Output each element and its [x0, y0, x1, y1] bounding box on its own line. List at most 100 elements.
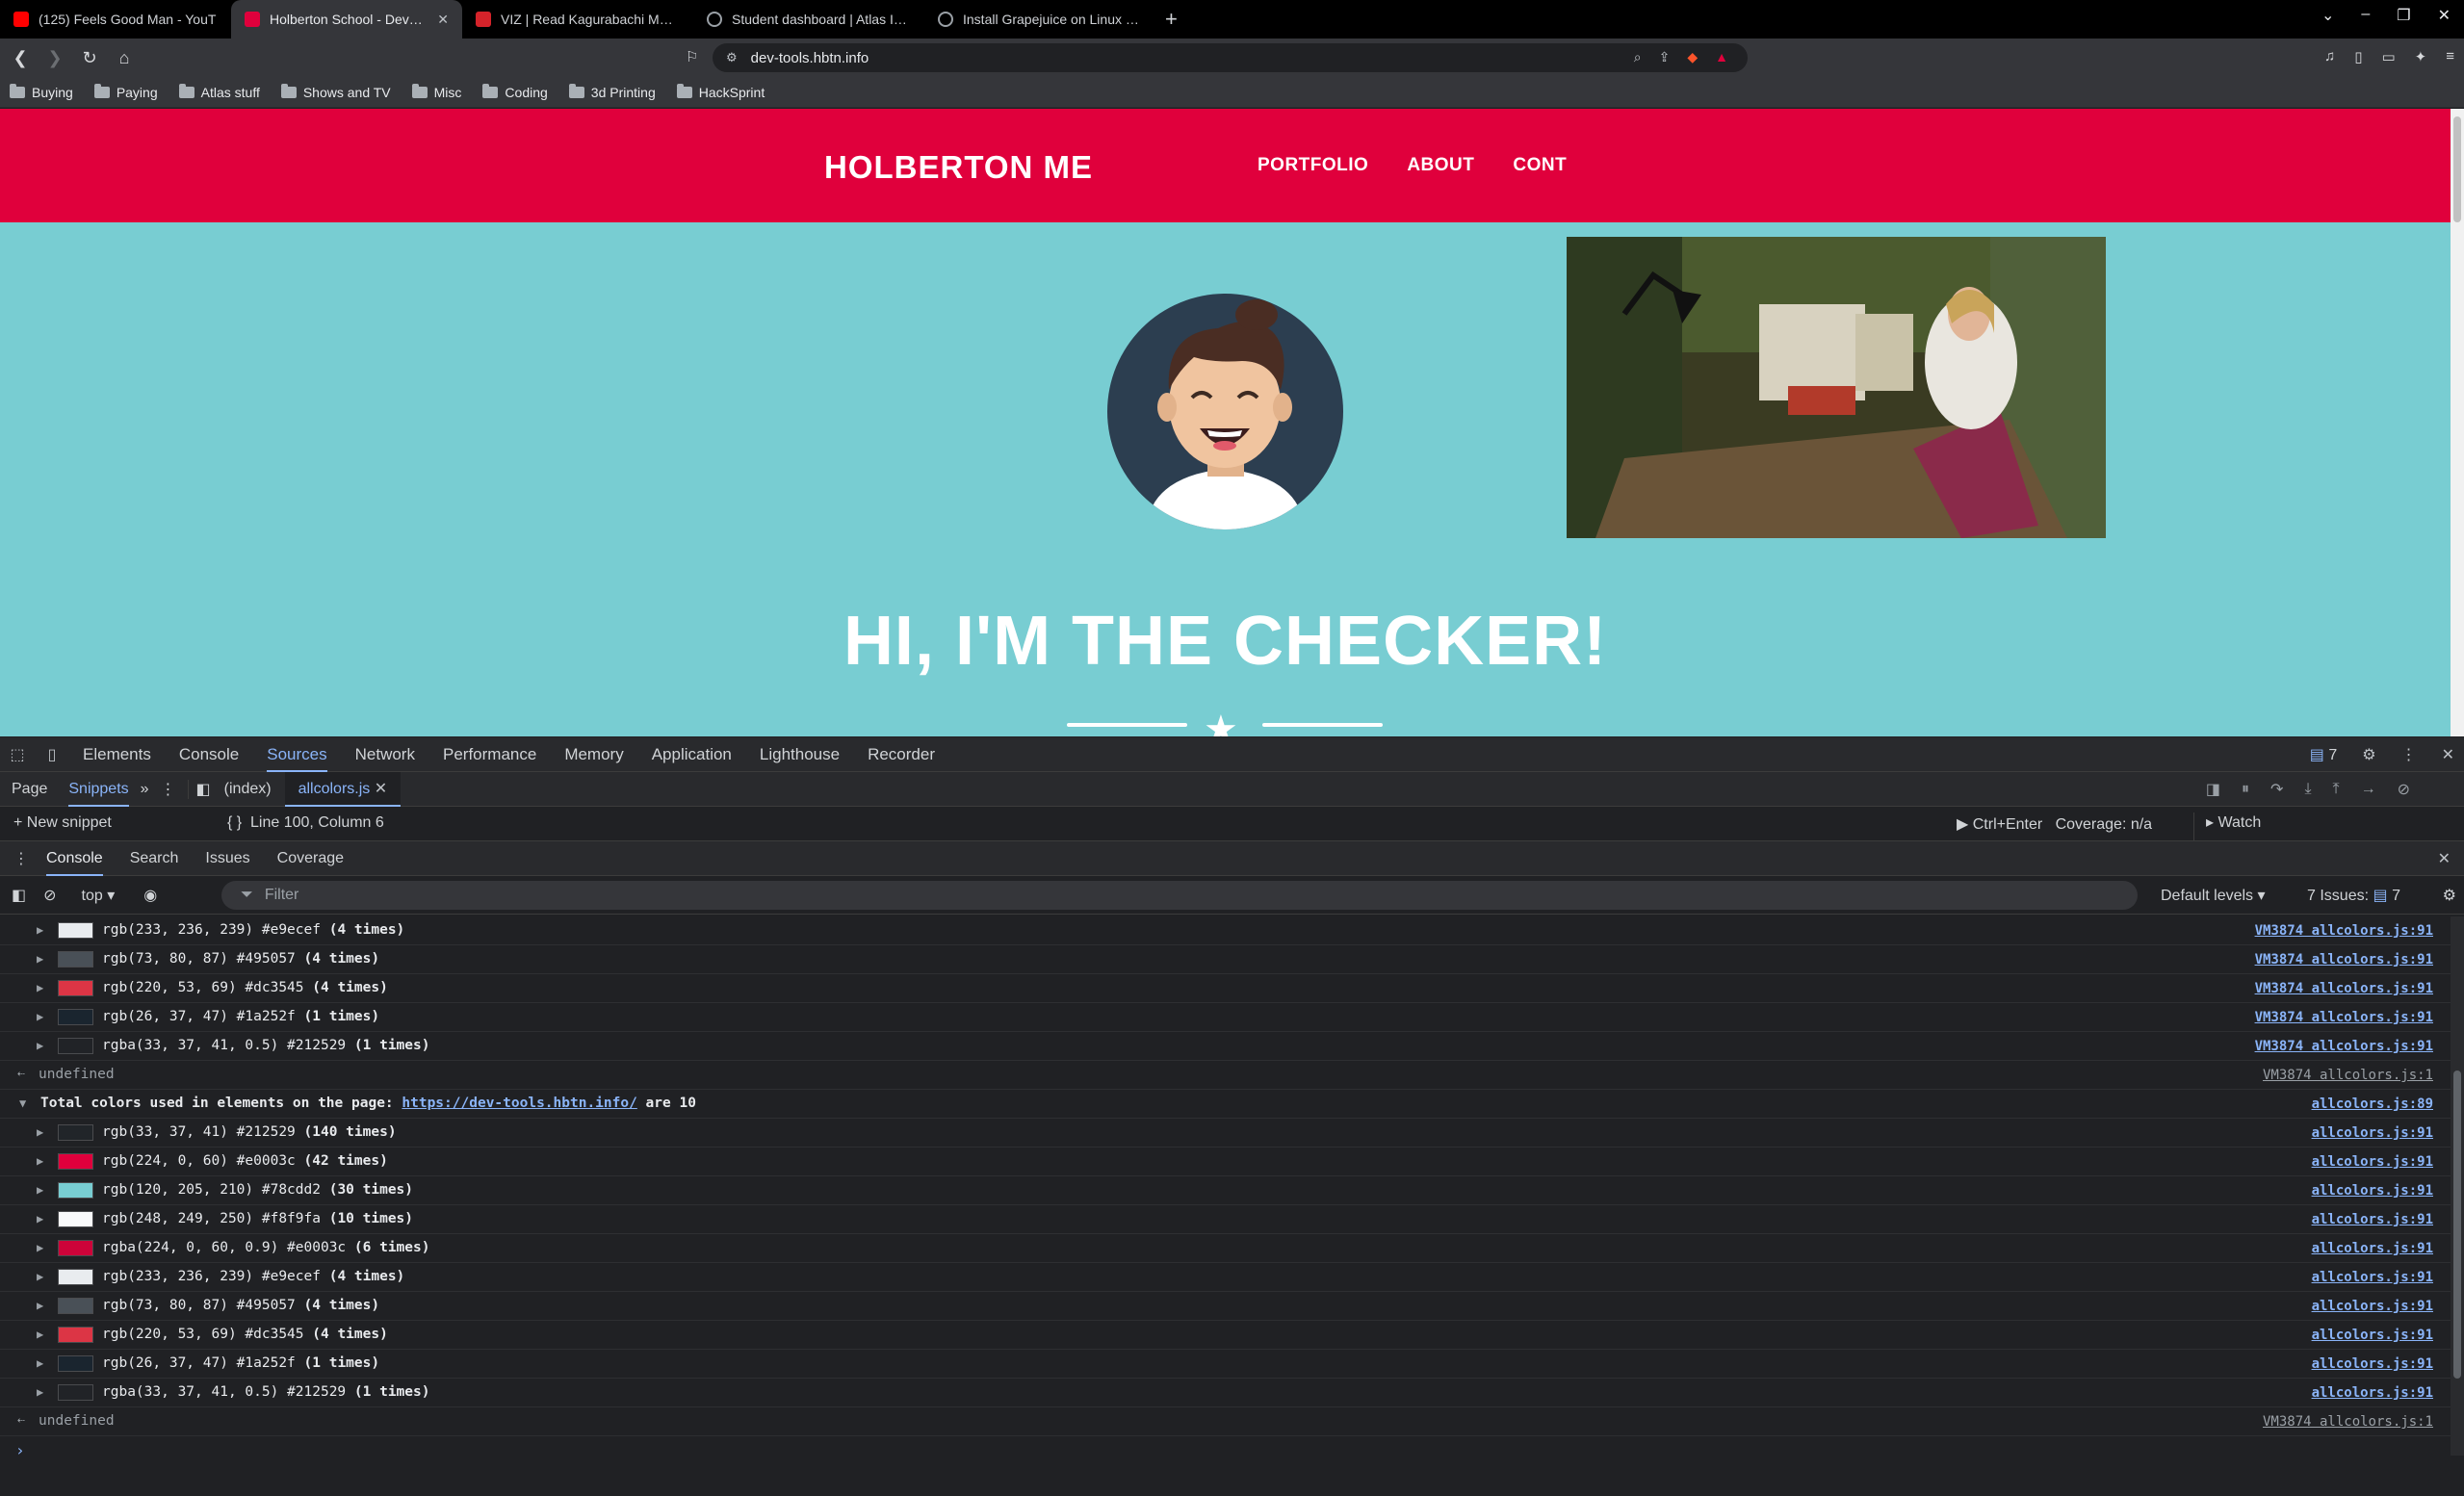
source-link[interactable]: VM3874 allcolors.js:91 [2255, 1039, 2433, 1054]
expand-triangle-icon[interactable]: ▶ [37, 1385, 43, 1399]
step-out-icon[interactable]: ⤒ [2333, 781, 2340, 798]
bookmark-folder[interactable]: Atlas stuff [178, 83, 260, 100]
bookmark-folder[interactable]: Misc [411, 83, 461, 100]
step-icon[interactable]: → [2361, 781, 2376, 798]
color-log-row[interactable]: ▶ rgba(224, 0, 60, 0.9) #e0003c (6 times)… [0, 1234, 2451, 1263]
source-link[interactable]: allcolors.js:91 [2312, 1241, 2433, 1256]
new-tab-button[interactable]: + [1155, 7, 1187, 32]
expand-triangle-icon[interactable]: ▶ [37, 1154, 43, 1168]
console-sidebar-icon[interactable]: ◧ [12, 886, 26, 905]
color-log-row[interactable]: ▶ rgba(33, 37, 41, 0.5) #212529 (1 times)… [0, 1032, 2451, 1061]
color-log-row[interactable]: ▶ rgb(26, 37, 47) #1a252f (1 times) allcol… [0, 1350, 2451, 1379]
expand-triangle-icon[interactable]: ▶ [37, 1270, 43, 1283]
brave-shield-icon[interactable]: ◆ [1687, 49, 1698, 65]
back-icon[interactable]: ❮ [6, 48, 35, 68]
expand-triangle-icon[interactable]: ▶ [37, 1328, 43, 1341]
tab-application[interactable]: Application [652, 737, 732, 772]
source-link[interactable]: allcolors.js:91 [2312, 1299, 2433, 1314]
nav-tab-snippets[interactable]: Snippets [68, 772, 129, 807]
expand-triangle-icon[interactable]: ▶ [37, 1356, 43, 1370]
reload-icon[interactable]: ↻ [75, 48, 104, 68]
expand-triangle-icon[interactable]: ▶ [37, 1125, 43, 1139]
color-log-row[interactable]: ▶ rgb(26, 37, 47) #1a252f (1 times) VM3874… [0, 1003, 2451, 1032]
step-over-icon[interactable]: ↷ [2270, 780, 2283, 799]
expand-triangle-icon[interactable]: ▶ [37, 952, 43, 966]
color-log-row[interactable]: ▶ rgb(224, 0, 60) #e0003c (42 times) allco… [0, 1148, 2451, 1176]
drawer-menu-icon[interactable]: ⋮ [13, 849, 29, 868]
bookmark-icon[interactable]: ⚐ [686, 48, 698, 65]
source-link[interactable]: allcolors.js:91 [2312, 1212, 2433, 1227]
color-log-row[interactable]: ▶ rgb(220, 53, 69) #dc3545 (4 times) VM387… [0, 974, 2451, 1003]
pause-icon[interactable]: ⏸ [2242, 781, 2249, 798]
sidebar-icon[interactable]: ▯ [2354, 48, 2362, 65]
bookmark-folder[interactable]: HackSprint [676, 83, 765, 100]
console-settings-icon[interactable]: ⚙ [2443, 886, 2456, 905]
drawer-tab-coverage[interactable]: Coverage [277, 841, 344, 876]
address-bar[interactable]: ⚙ dev-tools.hbtn.info ⌕ ⇪ ◆ ▲ [713, 43, 1748, 72]
run-snippet-button[interactable]: ▶ Ctrl+Enter Coverage: n/a [1957, 814, 2152, 834]
minimize-icon[interactable]: – [2361, 6, 2370, 25]
source-link[interactable]: allcolors.js:91 [2312, 1328, 2433, 1343]
context-selector[interactable]: top ▾ [82, 886, 116, 905]
bookmark-folder[interactable]: 3d Printing [568, 83, 656, 100]
new-snippet-button[interactable]: + New snippet [13, 814, 112, 832]
menu-icon[interactable]: ≡ [2446, 48, 2454, 65]
nav-link-about[interactable]: ABOUT [1407, 155, 1474, 176]
inspect-element-icon[interactable]: ⬚ [0, 745, 35, 764]
console-issues-button[interactable]: 7 Issues: ▤ 7 [2307, 886, 2400, 905]
color-log-row[interactable]: ▶ rgb(73, 80, 87) #495057 (4 times) allcol… [0, 1292, 2451, 1321]
pretty-print-icon[interactable]: { } [227, 814, 242, 831]
tab-recorder[interactable]: Recorder [868, 737, 935, 772]
nav-link-portfolio[interactable]: PORTFOLIO [1258, 155, 1368, 176]
color-log-row[interactable]: ▶ rgb(33, 37, 41) #212529 (140 times) allc… [0, 1119, 2451, 1148]
bookmark-folder[interactable]: Shows and TV [280, 83, 391, 100]
browser-tab[interactable]: (125) Feels Good Man - YouT [0, 0, 231, 39]
source-link[interactable]: allcolors.js:91 [2312, 1183, 2433, 1199]
toggle-navigator-icon[interactable]: ◧ [187, 779, 211, 799]
scrollbar-thumb[interactable] [2453, 1070, 2461, 1379]
clear-console-icon[interactable]: ⊘ [43, 886, 56, 905]
source-link[interactable]: allcolors.js:91 [2312, 1125, 2433, 1141]
color-log-row[interactable]: ▶ rgb(233, 236, 239) #e9ecef (4 times) VM3… [0, 916, 2451, 945]
expand-triangle-icon[interactable]: ▶ [37, 1039, 43, 1052]
drawer-tab-console[interactable]: Console [46, 841, 103, 876]
expand-triangle-icon[interactable]: ▶ [37, 981, 43, 994]
deactivate-breakpoints-icon[interactable]: ⊘ [2398, 780, 2410, 799]
page-url-link[interactable]: https://dev-tools.hbtn.info/ [402, 1096, 636, 1111]
expand-triangle-icon[interactable]: ▶ [37, 1299, 43, 1312]
tab-memory[interactable]: Memory [564, 737, 623, 772]
source-link[interactable]: allcolors.js:91 [2312, 1270, 2433, 1285]
source-link[interactable]: VM3874 allcolors.js:91 [2255, 923, 2433, 939]
forward-icon[interactable]: ❯ [40, 48, 69, 68]
color-log-row[interactable]: ▶ rgb(248, 249, 250) #f8f9fa (10 times) al… [0, 1205, 2451, 1234]
expand-triangle-icon[interactable]: ▶ [37, 1212, 43, 1225]
nav-tab-page[interactable]: Page [12, 781, 47, 798]
brave-rewards-icon[interactable]: ▲ [1715, 49, 1728, 65]
share-icon[interactable]: ⇪ [1659, 49, 1671, 65]
color-log-row[interactable]: ▶ rgb(120, 205, 210) #78cdd2 (30 times) al… [0, 1176, 2451, 1205]
expand-triangle-icon[interactable]: ▶ [37, 923, 43, 937]
console-prompt[interactable]: › [0, 1436, 2451, 1465]
source-link[interactable]: VM3874 allcolors.js:91 [2255, 952, 2433, 967]
browser-tab[interactable]: Student dashboard | Atlas Intra [693, 0, 924, 39]
console-scrollbar[interactable] [2451, 916, 2464, 1456]
step-into-icon[interactable]: ⤓ [2304, 781, 2311, 798]
nav-link-contact[interactable]: CONT [1513, 155, 1567, 176]
source-link[interactable]: VM3874 allcolors.js:1 [2263, 1414, 2433, 1430]
tab-elements[interactable]: Elements [83, 737, 151, 772]
close-devtools-icon[interactable]: ✕ [2442, 745, 2454, 764]
source-link[interactable]: VM3874 allcolors.js:91 [2255, 1010, 2433, 1025]
site-info-icon[interactable]: ⚙ [726, 50, 738, 65]
tab-sources[interactable]: Sources [267, 737, 327, 772]
browser-tab-active[interactable]: Holberton School - Develop ✕ [231, 0, 462, 39]
file-tab-index[interactable]: (index) [211, 772, 285, 807]
picture-in-picture-video[interactable] [1567, 237, 2106, 538]
maximize-icon[interactable]: ❐ [2397, 6, 2410, 25]
source-link[interactable]: allcolors.js:89 [2312, 1096, 2433, 1112]
zoom-icon[interactable]: ⌕ [1634, 49, 1642, 65]
live-expression-eye-icon[interactable]: ◉ [143, 886, 157, 905]
source-link[interactable]: VM3874 allcolors.js:1 [2263, 1068, 2433, 1083]
bookmark-folder[interactable]: Coding [482, 83, 548, 100]
expand-triangle-icon[interactable]: ▶ [37, 1241, 43, 1254]
toggle-debugger-icon[interactable]: ◨ [2206, 780, 2220, 799]
